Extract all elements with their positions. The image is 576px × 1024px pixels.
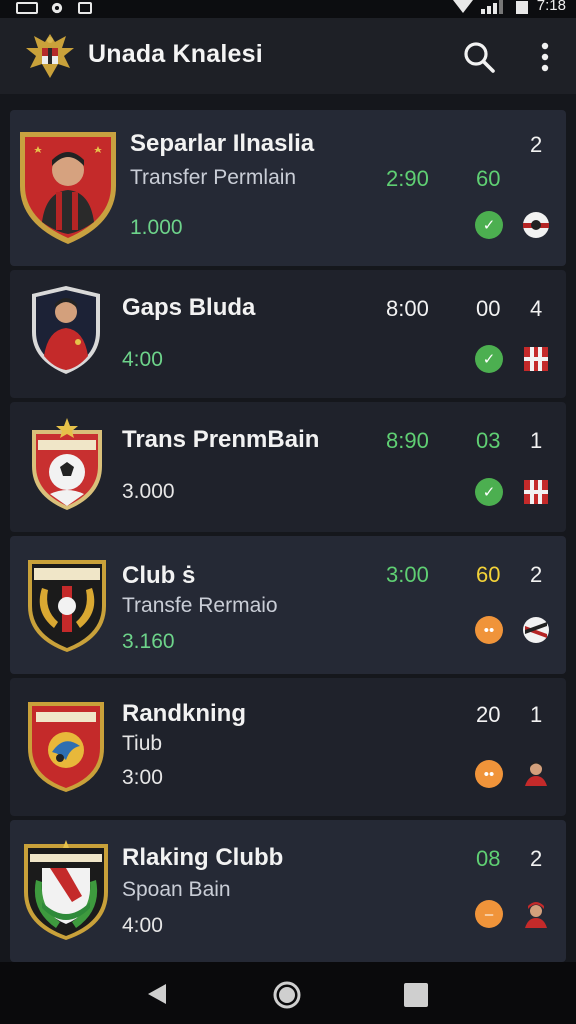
garuda-emblem-icon[interactable] [22,28,78,84]
more-horiz-icon: •• [475,760,503,788]
player-crest-icon [20,132,116,244]
item-rank: 2 [530,846,543,871]
item-score: 03 [476,428,501,453]
more-horiz-icon: •• [475,616,503,644]
list-item[interactable]: Randkning Tiub 3:00 20 1 •• [10,678,566,816]
soccer-icon [51,2,63,14]
item-subtitle: Transfer Permlain [130,166,297,189]
dolphin-crest-icon [28,702,104,792]
item-time: 2:90 [386,166,429,191]
list-item[interactable]: Club ṡ Transfe Rermaio 3.160 3:00 60 2 •… [10,536,566,674]
item-score: 00 [476,296,501,321]
item-time: 8:90 [386,428,429,453]
item-name: Club ṡ [122,562,196,589]
item-name: Separlar Ilnaslia [130,130,315,157]
status-time: 7:18 [536,0,566,14]
club-crest-small-icon [523,212,549,238]
home-circle-icon[interactable] [272,980,302,1010]
item-score: 20 [476,702,501,727]
app-bar: Unada Knalesi [0,18,576,94]
more-vert-icon[interactable] [534,40,556,74]
list-item[interactable]: Separlar Ilnaslia Transfer Permlain 1.00… [10,110,566,266]
battery-icon [515,1,528,14]
club-shield-crest-icon [28,560,106,652]
wifi-icon [452,0,473,13]
item-rank: 2 [530,132,543,157]
club-crest-small-icon [523,617,549,643]
item-name: Gaps Bluda [122,294,256,321]
item-name: Trans PrenmBain [122,426,320,453]
item-amount: 4:00 [122,914,163,937]
check-icon: ✓ [475,478,503,506]
back-triangle-icon[interactable] [146,982,168,1006]
item-subtitle: Tiub [122,732,163,755]
list-item[interactable]: Rlaking Clubb Spoan Bain 4:00 08 2 ‒ [10,820,566,962]
item-name: Rlaking Clubb [122,844,284,871]
list-item[interactable]: Gaps Bluda 4:00 8:00 00 4 ✓ [10,270,566,398]
item-amount: 1.000 [130,216,183,239]
player-avatar-icon [522,900,550,928]
item-amount: 4:00 [122,348,163,371]
item-rank: 4 [530,296,543,321]
system-nav-bar [0,962,576,1024]
green-shield-crest-icon [24,840,108,940]
item-subtitle: Spoan Bain [122,878,231,901]
item-score: 60 [476,166,501,191]
item-time: 8:00 [386,296,429,321]
item-name: Randkning [122,700,246,727]
item-amount: 3.000 [122,480,175,503]
item-rank: 2 [530,562,543,587]
app-title: Unada Knalesi [88,40,263,68]
signal-icon [480,0,503,14]
item-amount: 3:00 [122,766,163,789]
item-subtitle: Transfe Rermaio [122,594,278,617]
item-score: 08 [476,846,501,871]
player-crest-icon [32,286,100,374]
soccer-ball-crest-icon [32,418,102,510]
recents-square-icon[interactable] [404,983,428,1007]
item-amount: 3.160 [122,630,175,653]
striped-flag-icon [524,480,548,504]
check-icon: ✓ [475,211,503,239]
image-icon [78,2,92,14]
check-icon: ✓ [475,345,503,373]
minus-icon: ‒ [475,900,503,928]
item-rank: 1 [530,702,543,727]
player-avatar-icon [522,758,550,786]
search-icon[interactable] [462,40,496,74]
striped-flag-icon [524,347,548,371]
item-score: 60 [476,562,501,587]
list-item[interactable]: Trans PrenmBain 3.000 8:90 03 1 ✓ [10,402,566,532]
status-bar: 7:18 [0,0,576,18]
ranking-list: Separlar Ilnaslia Transfer Permlain 1.00… [0,94,576,962]
item-time: 3:00 [386,562,429,587]
notification-icon [16,2,38,14]
item-rank: 1 [530,428,543,453]
